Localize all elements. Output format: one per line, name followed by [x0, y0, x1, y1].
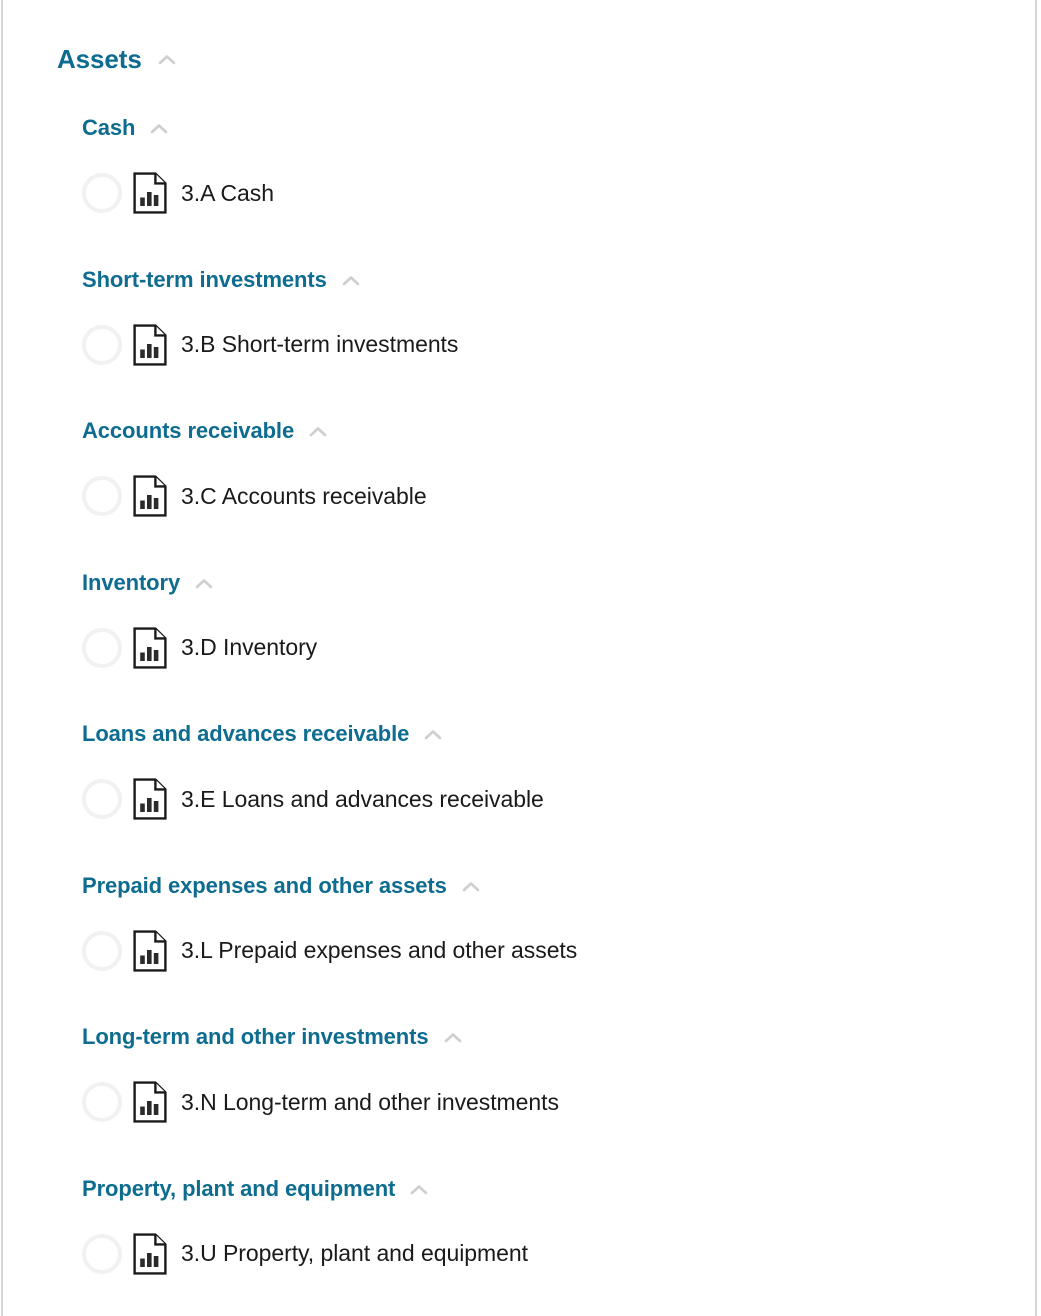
list-item-6[interactable]: 3.N Long-term and other investments — [82, 1081, 1033, 1123]
tree-section-4: Loans and advances receivable 3.E Loans … — [0, 718, 1033, 870]
chevron-up-icon[interactable] — [442, 1027, 464, 1049]
tree-section-3: Inventory 3.D Inventory — [0, 567, 1033, 719]
document-bar-chart-icon — [133, 778, 167, 820]
group-header-assets[interactable]: Assets — [57, 40, 178, 78]
section-header-3[interactable]: Inventory — [82, 567, 1033, 599]
document-bar-chart-icon — [133, 172, 167, 214]
list-item-label: 3.D Inventory — [181, 634, 318, 660]
document-bar-chart-icon — [133, 929, 167, 972]
list-item-label: 3.B Short-term investments — [181, 331, 459, 357]
document-bar-chart-icon — [133, 1081, 167, 1123]
tree-section-1: Short-term investments 3.B Short-term in… — [0, 264, 1033, 416]
section-label: Prepaid expenses and other assets — [82, 872, 447, 898]
list-item-1[interactable]: 3.B Short-term investments — [82, 323, 1033, 366]
list-item-0[interactable]: 3.A Cash — [82, 172, 1033, 214]
section-header-6[interactable]: Long-term and other investments — [82, 1021, 1033, 1053]
document-bar-chart-icon — [133, 475, 167, 517]
list-item-5[interactable]: 3.L Prepaid expenses and other assets — [82, 929, 1033, 972]
tree-section-2: Accounts receivable 3.C Accounts receiva… — [0, 415, 1033, 567]
section-header-5[interactable]: Prepaid expenses and other assets — [82, 870, 1033, 902]
document-bar-chart-icon — [133, 323, 167, 366]
radio-unchecked-icon[interactable] — [82, 930, 122, 971]
section-label: Short-term investments — [82, 266, 327, 292]
document-bar-chart-icon — [133, 1232, 167, 1275]
chevron-up-icon[interactable] — [460, 876, 482, 898]
section-header-0[interactable]: Cash — [82, 112, 1033, 144]
panel-right-border — [1035, 0, 1037, 1316]
radio-unchecked-icon[interactable] — [82, 1082, 122, 1122]
section-header-4[interactable]: Loans and advances receivable — [82, 718, 1033, 750]
list-item-4[interactable]: 3.E Loans and advances receivable — [82, 778, 1033, 820]
chevron-up-icon[interactable] — [307, 421, 329, 443]
radio-unchecked-icon[interactable] — [82, 476, 122, 516]
radio-unchecked-icon[interactable] — [82, 627, 122, 668]
radio-unchecked-icon[interactable] — [82, 324, 122, 365]
section-header-7[interactable]: Property, plant and equipment — [82, 1173, 1033, 1205]
assets-tree-panel: Assets Cash 3.A Cash Short-term investme… — [0, 0, 1041, 1316]
chevron-up-icon[interactable] — [340, 270, 362, 292]
section-label: Long-term and other investments — [82, 1024, 429, 1049]
section-header-2[interactable]: Accounts receivable — [82, 415, 1033, 447]
tree-section-0: Cash 3.A Cash — [0, 112, 1033, 264]
tree-section-5: Prepaid expenses and other assets 3.L Pr… — [0, 870, 1033, 1022]
radio-unchecked-icon[interactable] — [82, 1233, 122, 1274]
chevron-up-icon[interactable] — [156, 49, 178, 71]
list-item-label: 3.U Property, plant and equipment — [181, 1240, 528, 1266]
section-label: Inventory — [82, 569, 181, 595]
radio-unchecked-icon[interactable] — [82, 779, 122, 819]
list-item-label: 3.L Prepaid expenses and other assets — [181, 937, 578, 963]
list-item-label: 3.A Cash — [181, 179, 274, 206]
section-label: Cash — [82, 115, 136, 140]
group-label: Assets — [57, 44, 142, 74]
radio-unchecked-icon[interactable] — [82, 173, 122, 213]
list-item-label: 3.C Accounts receivable — [181, 482, 427, 509]
section-list: Cash 3.A Cash Short-term investments 3.B… — [0, 112, 1033, 1316]
section-header-1[interactable]: Short-term investments — [82, 264, 1033, 296]
tree-section-7: Property, plant and equipment 3.U Proper… — [0, 1173, 1033, 1316]
chevron-up-icon[interactable] — [408, 1179, 430, 1201]
tree-section-6: Long-term and other investments 3.N Long… — [0, 1021, 1033, 1173]
section-label: Property, plant and equipment — [82, 1175, 396, 1201]
list-item-3[interactable]: 3.D Inventory — [82, 626, 1033, 669]
chevron-up-icon[interactable] — [193, 573, 215, 595]
chevron-up-icon[interactable] — [422, 724, 444, 746]
list-item-label: 3.E Loans and advances receivable — [181, 785, 544, 812]
list-item-label: 3.N Long-term and other investments — [181, 1088, 559, 1115]
document-bar-chart-icon — [133, 626, 167, 669]
list-item-7[interactable]: 3.U Property, plant and equipment — [82, 1232, 1033, 1275]
section-label: Loans and advances receivable — [82, 721, 410, 746]
list-item-2[interactable]: 3.C Accounts receivable — [82, 475, 1033, 517]
section-label: Accounts receivable — [82, 418, 295, 443]
chevron-up-icon[interactable] — [148, 118, 170, 140]
